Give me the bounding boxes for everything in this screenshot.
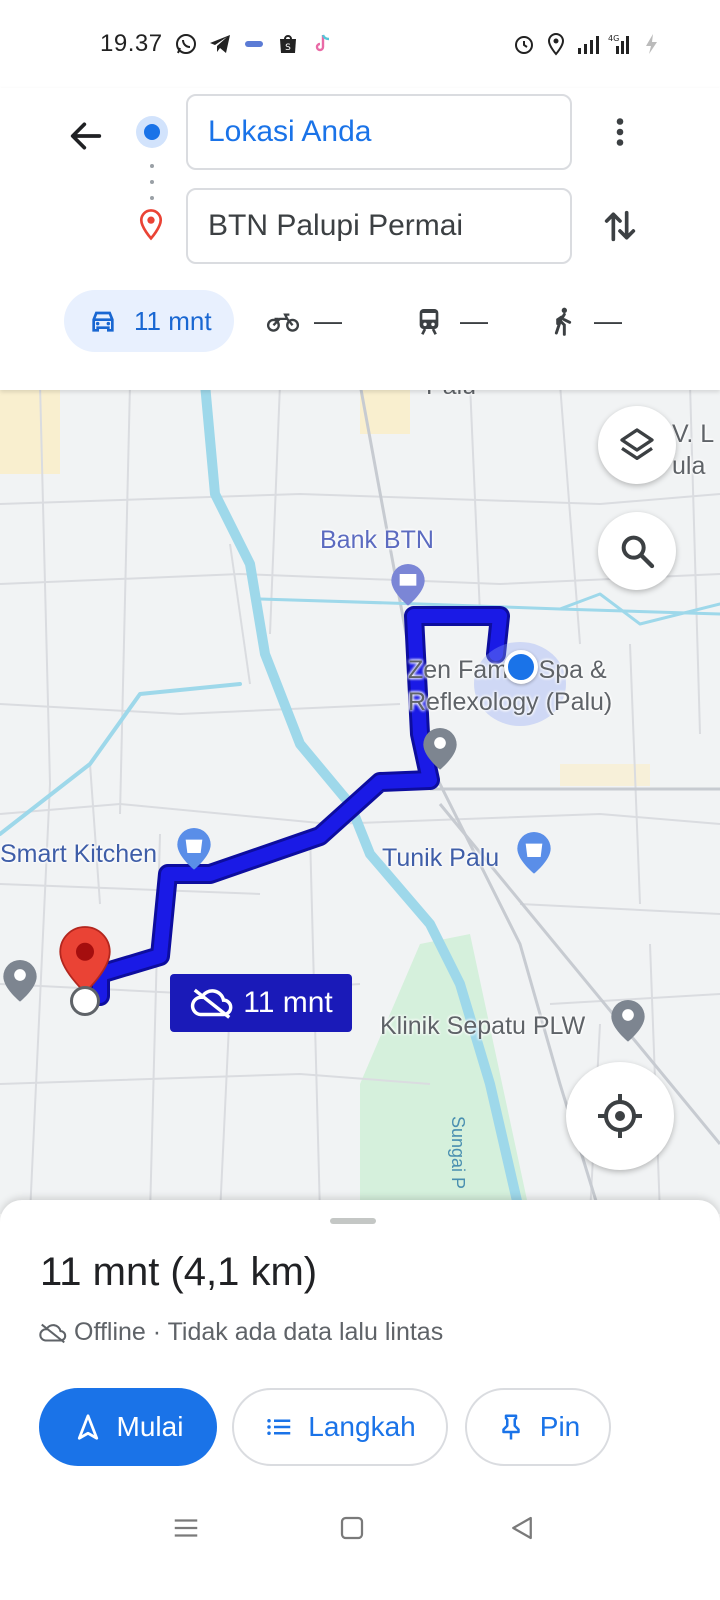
place-poi-icon[interactable] — [608, 996, 648, 1044]
list-icon — [267, 1419, 291, 1435]
origin-field[interactable]: Lokasi Anda — [186, 94, 572, 170]
motorcycle-icon — [266, 304, 300, 338]
menu-lines-icon — [174, 1519, 198, 1537]
current-location-dot — [504, 650, 538, 684]
layers-button[interactable] — [598, 406, 676, 484]
home-square-icon — [340, 1516, 364, 1540]
destination-text: BTN Palupi Permai — [208, 209, 464, 242]
traffic-status: Offline · Tidak ada data lalu lintas — [38, 1318, 443, 1347]
my-location-button[interactable] — [566, 1062, 674, 1170]
search-icon — [621, 535, 655, 569]
map-label-bank-btn[interactable]: Bank BTN — [320, 526, 434, 555]
mode-transit[interactable]: — — [412, 290, 488, 352]
steps-button[interactable]: Langkah — [232, 1388, 448, 1466]
back-nav-button[interactable] — [500, 1506, 544, 1550]
place-poi-icon[interactable] — [0, 956, 40, 1004]
mode-walk[interactable]: — — [546, 290, 622, 352]
route-end-dot — [70, 986, 100, 1016]
steps-button-label: Langkah — [308, 1411, 416, 1442]
crosshair-icon — [598, 1094, 642, 1138]
route-summary: 11 mnt (4,1 km) — [40, 1250, 318, 1294]
telegram-icon — [208, 32, 232, 56]
status-bar: 19.37 S 4G — [0, 0, 720, 88]
mode-transit-label: — — [460, 305, 488, 336]
route-actions: Mulai Langkah Pin — [0, 1388, 720, 1468]
pushpin-icon — [502, 1414, 520, 1440]
map-label-vl: V. L — [672, 420, 715, 448]
destination-pin-icon — [139, 209, 163, 241]
drag-handle[interactable] — [330, 1218, 376, 1224]
back-triangle-icon — [512, 1516, 532, 1540]
mode-car[interactable]: 11 mnt — [64, 290, 234, 352]
navigation-arrow-icon — [77, 1414, 98, 1440]
mode-walk-label: — — [594, 305, 622, 336]
map-view[interactable]: Palu V. L ula Bank BTN Zen Family Spa & … — [0, 384, 720, 1214]
system-nav-bar — [0, 1496, 720, 1560]
directions-header: Lokasi Anda BTN Palupi Permai 11 mnt — — — [0, 88, 720, 390]
mode-motorcycle[interactable]: — — [266, 290, 342, 352]
route-eta-badge[interactable]: 11 mnt — [170, 974, 352, 1032]
shopee-icon: S — [276, 32, 300, 56]
swap-button[interactable] — [594, 200, 646, 252]
route-connector — [149, 164, 155, 200]
mode-motorcycle-label: — — [314, 305, 342, 336]
whatsapp-icon — [174, 32, 198, 56]
swap-vert-icon — [604, 210, 636, 242]
tiktok-icon — [310, 32, 334, 56]
back-button[interactable] — [60, 110, 112, 162]
svg-text:S: S — [285, 43, 291, 53]
map-label-tunik-palu[interactable]: Tunik Palu — [382, 844, 499, 873]
pin-button-label: Pin — [539, 1411, 581, 1442]
mode-car-label: 11 mnt — [134, 305, 212, 336]
place-poi-icon[interactable] — [420, 724, 460, 772]
status-time: 19.37 — [100, 30, 163, 57]
map-label-zen-line2[interactable]: Reflexology (Palu) — [408, 688, 612, 717]
map-label-sungai: Sungai P — [448, 1116, 468, 1190]
bank-poi-icon[interactable] — [388, 560, 428, 608]
origin-dot-icon — [136, 116, 168, 148]
signal-icon — [576, 32, 600, 56]
more-vert-icon — [616, 118, 624, 146]
cloud-off-icon — [39, 1323, 67, 1343]
cloud-off-icon — [191, 988, 233, 1019]
search-along-route-button[interactable] — [598, 512, 676, 590]
charging-icon — [640, 32, 664, 56]
map-label-ula: ula — [672, 452, 706, 480]
pin-button[interactable]: Pin — [465, 1388, 611, 1466]
shop-poi-icon[interactable] — [514, 828, 554, 876]
car-icon — [86, 304, 120, 338]
home-button[interactable] — [330, 1506, 374, 1550]
origin-text: Lokasi Anda — [208, 115, 372, 148]
start-button[interactable]: Mulai — [39, 1388, 217, 1466]
train-icon — [412, 304, 446, 338]
start-button-label: Mulai — [116, 1411, 184, 1442]
4g-signal-icon: 4G — [608, 32, 632, 56]
route-eta-text: 11 mnt — [243, 986, 333, 1019]
map-label-klinik-sepatu[interactable]: Klinik Sepatu PLW — [380, 1012, 585, 1041]
recent-apps-button[interactable] — [164, 1506, 208, 1550]
walk-icon — [546, 304, 580, 338]
route-summary-sheet[interactable]: 11 mnt (4,1 km) Offline · Tidak ada data… — [0, 1200, 720, 1600]
arrow-left-icon — [70, 122, 102, 150]
traffic-status-text: Offline · Tidak ada data lalu lintas — [74, 1318, 444, 1346]
layers-icon — [620, 428, 654, 460]
alarm-icon — [512, 32, 536, 56]
more-options-button[interactable] — [598, 110, 642, 154]
shop-poi-icon[interactable] — [174, 824, 214, 872]
travel-modes: 11 mnt — — — — [0, 290, 720, 354]
location-icon — [544, 32, 568, 56]
map-label-smart-kitchen[interactable]: Smart Kitchen — [0, 840, 157, 869]
destination-field[interactable]: BTN Palupi Permai — [186, 188, 572, 264]
svg-text:4G: 4G — [608, 34, 619, 43]
app-icon — [242, 32, 266, 56]
